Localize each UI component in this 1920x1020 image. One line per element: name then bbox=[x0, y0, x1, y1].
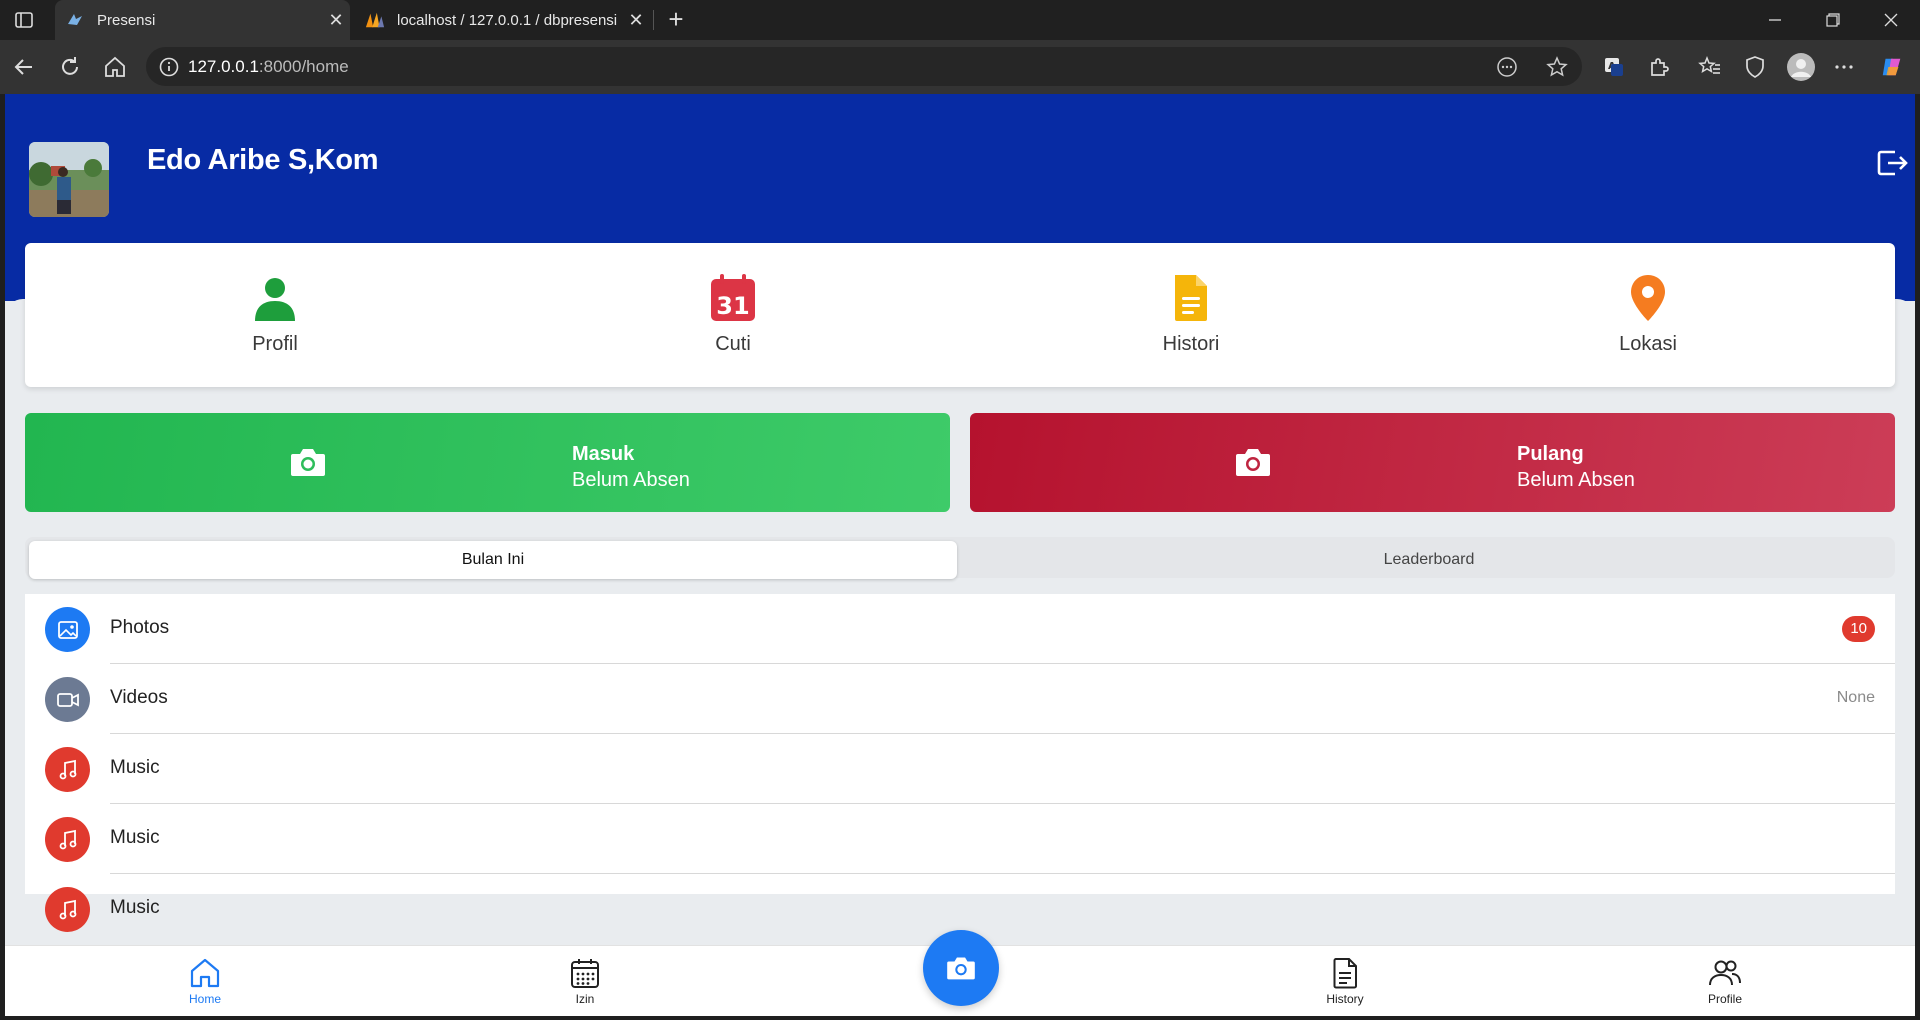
logout-icon[interactable] bbox=[1875, 146, 1909, 180]
reader-more-icon[interactable] bbox=[1496, 56, 1518, 78]
list-item[interactable]: Music bbox=[25, 734, 1895, 804]
list-item-note: None bbox=[1836, 689, 1875, 706]
restore-icon[interactable] bbox=[1805, 0, 1861, 40]
menu-item-cuti[interactable]: 31 Cuti bbox=[653, 273, 813, 356]
menu-item-lokasi[interactable]: Lokasi bbox=[1568, 273, 1728, 356]
segment-control: Bulan Ini Leaderboard bbox=[25, 537, 1895, 579]
tab-title: localhost / 127.0.0.1 / dbpresensi bbox=[397, 11, 618, 29]
new-tab-icon[interactable]: + bbox=[663, 6, 689, 34]
browser-profile-avatar-icon[interactable] bbox=[1786, 52, 1816, 82]
translate-icon[interactable]: A bbox=[1602, 55, 1626, 79]
list-item-label: Videos bbox=[110, 687, 168, 708]
site-info-icon[interactable] bbox=[158, 56, 180, 78]
document-icon bbox=[1166, 273, 1216, 323]
list-item-label: Music bbox=[110, 897, 160, 918]
nav-home[interactable]: Home bbox=[165, 956, 245, 1006]
nav-profile[interactable]: Profile bbox=[1685, 956, 1765, 1006]
menu-item-profil[interactable]: Profil bbox=[195, 273, 355, 356]
calendar-day: 31 bbox=[716, 292, 749, 320]
nav-label: Home bbox=[188, 992, 221, 1006]
document-icon bbox=[1328, 956, 1362, 990]
nav-label: Izin bbox=[575, 992, 595, 1006]
calendar-icon: 31 bbox=[708, 273, 758, 323]
nav-izin[interactable]: Izin bbox=[545, 956, 625, 1006]
extensions-icon[interactable] bbox=[1647, 55, 1671, 79]
absen-masuk-status: Belum Absen bbox=[572, 469, 690, 491]
segment-bulan-ini[interactable]: Bulan Ini bbox=[29, 541, 957, 579]
tab-favicon-icon bbox=[65, 10, 85, 30]
absen-pulang-button[interactable]: Pulang Belum Absen bbox=[970, 413, 1895, 512]
browser-tab-presensi[interactable]: Presensi ✕ bbox=[55, 0, 350, 40]
music-icon bbox=[45, 747, 90, 792]
user-avatar[interactable] bbox=[29, 142, 109, 217]
tab-actions-icon[interactable] bbox=[14, 10, 34, 30]
list-item[interactable]: Photos 10 bbox=[25, 594, 1895, 664]
people-icon bbox=[1708, 956, 1742, 990]
calendar-icon bbox=[568, 956, 602, 990]
reload-icon[interactable] bbox=[56, 53, 84, 81]
list-item[interactable]: Music bbox=[25, 804, 1895, 874]
list-item-label: Music bbox=[110, 827, 160, 848]
menu-card: Profil 31 Cuti Histori Lokasi bbox=[25, 243, 1895, 387]
phpmyadmin-favicon-icon bbox=[365, 10, 385, 30]
favorites-list-icon[interactable] bbox=[1698, 55, 1722, 79]
segment-leaderboard[interactable]: Leaderboard bbox=[965, 541, 1893, 579]
browser-tab-bar: Presensi ✕ localhost / 127.0.0.1 / dbpre… bbox=[0, 0, 1920, 40]
close-window-icon[interactable] bbox=[1863, 0, 1919, 40]
list-item-label: Music bbox=[110, 757, 160, 778]
camera-icon bbox=[1235, 446, 1271, 478]
music-icon bbox=[45, 887, 90, 932]
count-badge: 10 bbox=[1842, 616, 1875, 642]
nav-label: History bbox=[1326, 992, 1364, 1006]
tab-close-icon[interactable]: ✕ bbox=[622, 10, 650, 31]
presensi-page: Edo Aribe S,Kom Profil 31 Cuti Histori L… bbox=[5, 94, 1915, 1016]
absen-pulang-title: Pulang bbox=[1517, 443, 1584, 465]
browser-tab-phpmyadmin[interactable]: localhost / 127.0.0.1 / dbpresensi ✕ bbox=[355, 0, 650, 40]
settings-more-icon[interactable] bbox=[1832, 55, 1856, 79]
back-icon[interactable] bbox=[10, 53, 38, 81]
menu-item-label: Cuti bbox=[715, 333, 751, 355]
url-text: 127.0.0.1:8000/home bbox=[188, 57, 349, 76]
absen-pulang-status: Belum Absen bbox=[1517, 469, 1635, 491]
item-list: Photos 10 Videos None Music Music Music bbox=[25, 594, 1895, 932]
browser-toolbar: 127.0.0.1:8000/home A bbox=[0, 40, 1920, 94]
list-item[interactable]: Videos None bbox=[25, 664, 1895, 734]
tab-close-icon[interactable]: ✕ bbox=[322, 10, 350, 31]
home-icon bbox=[188, 956, 222, 990]
tab-separator bbox=[653, 10, 654, 30]
menu-item-label: Profil bbox=[252, 333, 298, 355]
camera-fab-button[interactable] bbox=[923, 930, 999, 1006]
address-bar[interactable]: 127.0.0.1:8000/home bbox=[146, 47, 1582, 86]
menu-item-label: Lokasi bbox=[1619, 333, 1677, 355]
list-item-label: Photos bbox=[110, 617, 170, 638]
location-pin-icon bbox=[1623, 273, 1673, 323]
menu-item-histori[interactable]: Histori bbox=[1111, 273, 1271, 356]
favorite-star-icon[interactable] bbox=[1546, 56, 1568, 78]
tab-title: Presensi bbox=[97, 11, 156, 29]
person-icon bbox=[250, 273, 300, 323]
minimize-icon[interactable] bbox=[1747, 0, 1803, 40]
image-icon bbox=[45, 607, 90, 652]
camera-icon bbox=[947, 957, 975, 980]
nav-history[interactable]: History bbox=[1305, 956, 1385, 1006]
user-name: Edo Aribe S,Kom bbox=[147, 144, 379, 176]
menu-item-label: Histori bbox=[1162, 333, 1220, 355]
absen-masuk-button[interactable]: Masuk Belum Absen bbox=[25, 413, 950, 512]
music-icon bbox=[45, 817, 90, 862]
video-icon bbox=[45, 677, 90, 722]
home-browser-icon[interactable] bbox=[101, 53, 129, 81]
browser-essentials-shield-icon[interactable] bbox=[1743, 55, 1767, 79]
copilot-icon[interactable] bbox=[1880, 55, 1904, 79]
camera-icon bbox=[290, 446, 326, 478]
nav-label: Profile bbox=[1707, 992, 1742, 1006]
absen-masuk-title: Masuk bbox=[572, 443, 635, 465]
